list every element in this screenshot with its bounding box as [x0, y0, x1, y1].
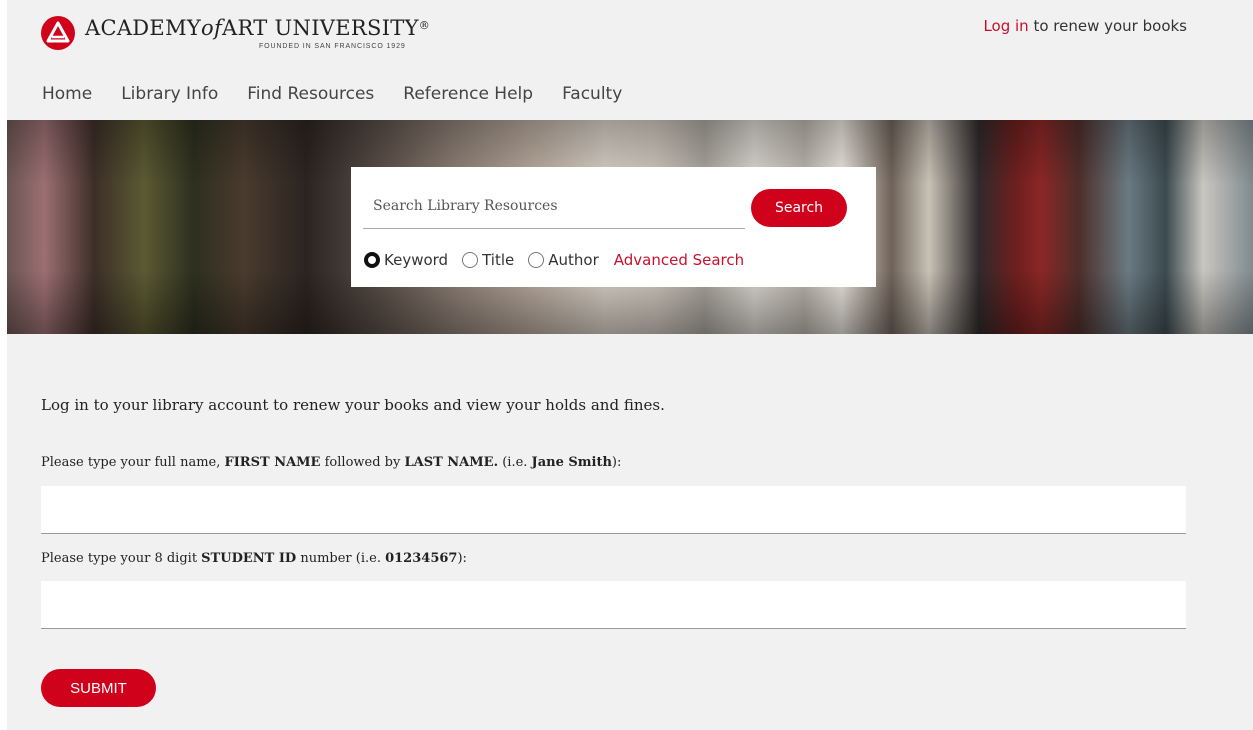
- renew-login-prompt: Log in to renew your books: [983, 17, 1187, 35]
- radio-author[interactable]: [528, 252, 545, 268]
- radio-keyword[interactable]: [364, 252, 380, 268]
- intro-text: Log in to your library account to renew …: [41, 396, 665, 414]
- nav-item-reference-help[interactable]: Reference Help: [403, 84, 533, 104]
- radio-title[interactable]: [462, 252, 479, 268]
- search-button[interactable]: Search: [751, 189, 847, 227]
- nav-item-faculty[interactable]: Faculty: [562, 84, 622, 104]
- nav-item-find-resources[interactable]: Find Resources: [247, 84, 374, 104]
- full-name-label: Please type your full name, FIRST NAME f…: [41, 455, 622, 470]
- login-link[interactable]: Log in: [983, 17, 1028, 35]
- student-id-field[interactable]: [41, 581, 1186, 629]
- search-input[interactable]: [363, 183, 745, 229]
- logo-wordmark: ACADEMYofART UNIVERSITY® FOUNDED IN SAN …: [85, 14, 430, 50]
- full-name-field[interactable]: [41, 486, 1186, 534]
- logo-triangle-icon: [41, 16, 75, 50]
- advanced-search-link[interactable]: Advanced Search: [614, 251, 744, 269]
- radio-title-label[interactable]: Title: [482, 251, 514, 269]
- radio-keyword-label[interactable]: Keyword: [384, 251, 448, 269]
- nav-item-library-info[interactable]: Library Info: [121, 84, 218, 104]
- library-search-box: Search Keyword Title Author Advanced Sea…: [351, 167, 876, 287]
- nav-item-home[interactable]: Home: [42, 84, 92, 104]
- radio-author-label[interactable]: Author: [548, 251, 599, 269]
- logo-name: ACADEMYofART UNIVERSITY®: [85, 16, 431, 40]
- page: ACADEMYofART UNIVERSITY® FOUNDED IN SAN …: [7, 0, 1253, 730]
- university-logo[interactable]: ACADEMYofART UNIVERSITY® FOUNDED IN SAN …: [41, 14, 430, 50]
- submit-button[interactable]: SUBMIT: [41, 669, 156, 707]
- search-type-options: Keyword Title Author Advanced Search: [364, 251, 744, 269]
- login-prompt-text: to renew your books: [1028, 17, 1187, 35]
- logo-tagline: FOUNDED IN SAN FRANCISCO 1929: [259, 43, 406, 50]
- hero-banner: Search Keyword Title Author Advanced Sea…: [7, 120, 1253, 334]
- student-id-label: Please type your 8 digit STUDENT ID numb…: [41, 551, 467, 566]
- main-nav: Home Library Info Find Resources Referen…: [42, 84, 651, 104]
